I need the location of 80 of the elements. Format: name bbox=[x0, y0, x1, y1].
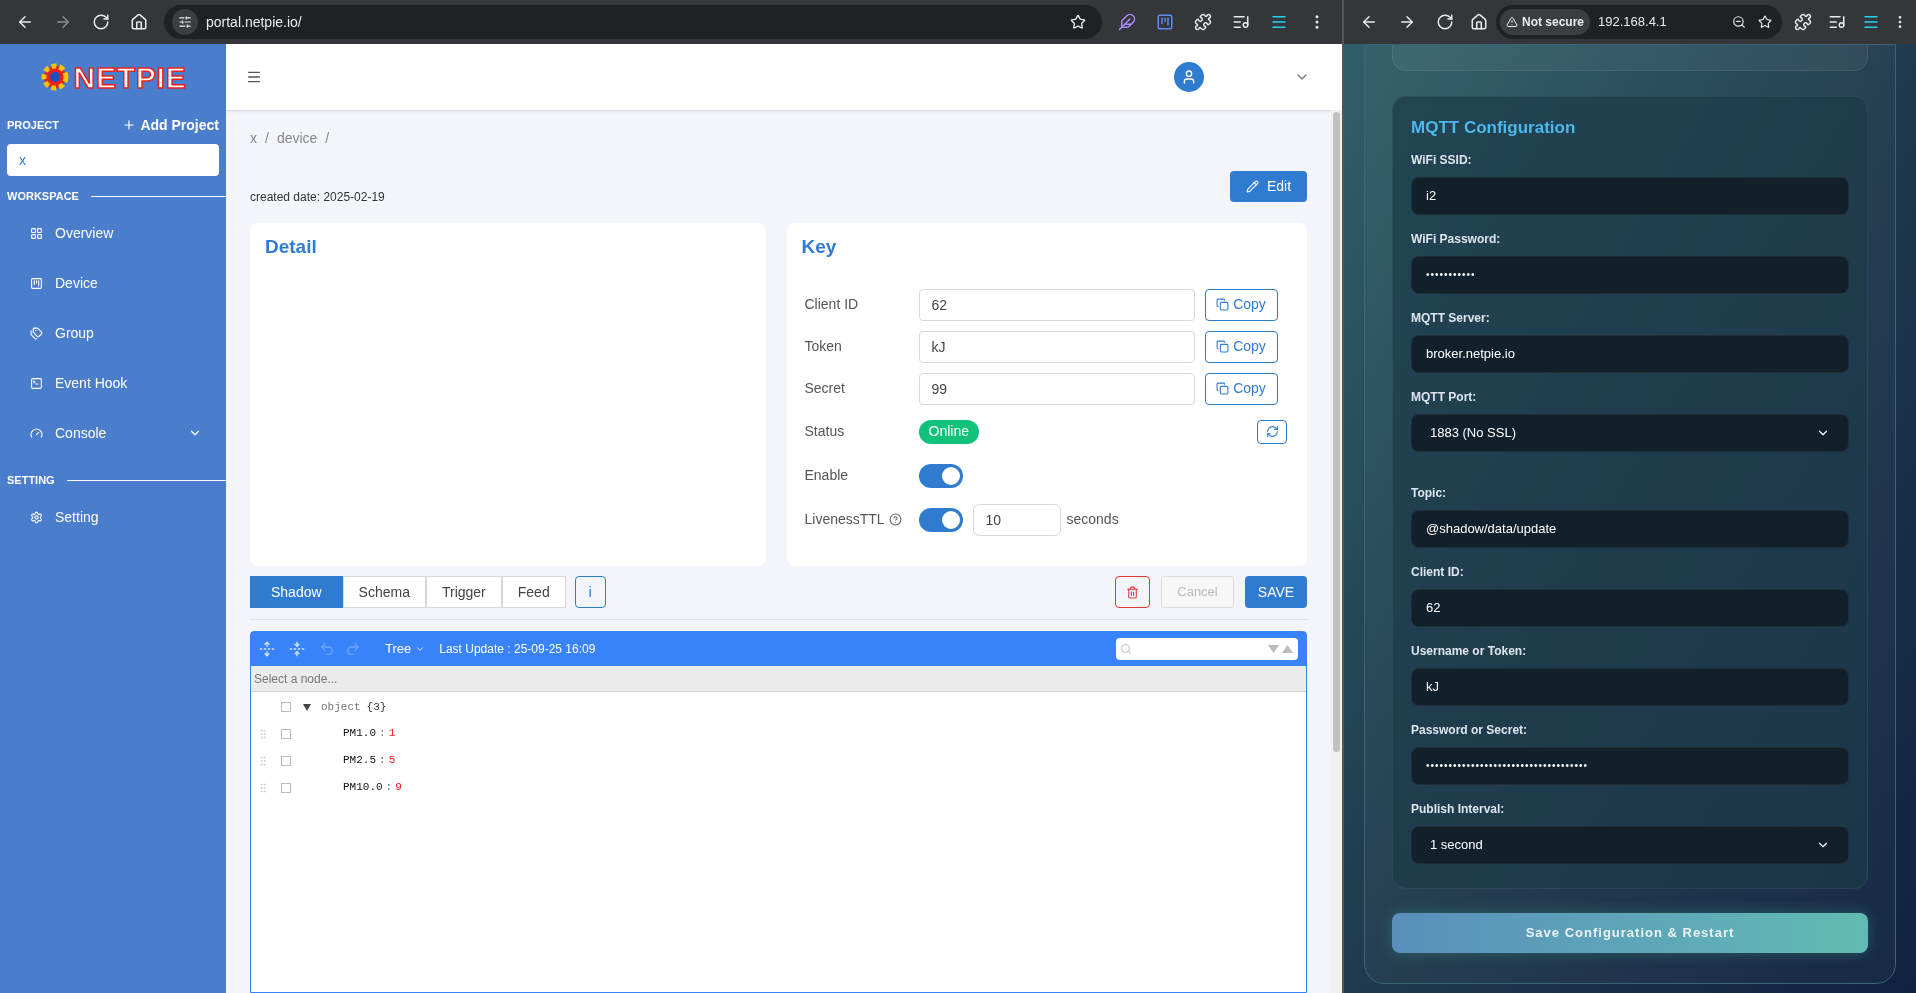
card-title: Key bbox=[801, 235, 838, 259]
tab[interactable]: Shadow bbox=[250, 576, 343, 608]
breadcrumb-item[interactable]: x bbox=[250, 128, 257, 156]
ttl-field[interactable]: 10 bbox=[972, 503, 1061, 536]
field-key: PM1.0 bbox=[343, 725, 376, 742]
nav-item[interactable]: Group bbox=[0, 308, 226, 358]
logo-text: NETPIE bbox=[73, 59, 187, 96]
tab[interactable]: Feed bbox=[501, 576, 566, 608]
field-label: Username or Token: bbox=[1411, 642, 1528, 660]
text-field[interactable]: i2 bbox=[1411, 176, 1849, 215]
field-label: WiFi SSID: bbox=[1411, 151, 1473, 169]
breadcrumb-item: / bbox=[325, 129, 330, 148]
field-value: 5 bbox=[388, 753, 396, 769]
mode-dropdown[interactable]: Tree bbox=[385, 639, 426, 659]
nav-item[interactable]: Console bbox=[0, 408, 226, 458]
project-field[interactable]: x bbox=[7, 144, 219, 176]
field-label: Password or Secret: bbox=[1411, 721, 1529, 739]
status-badge: Online bbox=[918, 419, 979, 444]
unit-label: seconds bbox=[1066, 510, 1119, 529]
breadcrumb-item: / bbox=[265, 129, 269, 148]
add-project-button[interactable]: Add Project bbox=[122, 114, 219, 136]
edit-button[interactable]: Edit bbox=[1230, 171, 1307, 202]
last-update-text: Last Update : 25-09-25 16:09 bbox=[439, 641, 596, 658]
field-label: MQTT Port: bbox=[1411, 388, 1478, 406]
row-label: Secret bbox=[804, 379, 845, 398]
select-field[interactable]: 1 second bbox=[1411, 825, 1849, 864]
text-field[interactable]: @shadow/data/update bbox=[1411, 509, 1849, 548]
row-label: Enable bbox=[804, 466, 849, 485]
text-field[interactable]: 62 bbox=[1411, 588, 1849, 627]
not-secure-chip[interactable]: Not secure bbox=[1500, 9, 1591, 35]
nav-item[interactable]: Event Hook bbox=[0, 358, 226, 408]
url-text: 192.168.4.1 bbox=[1598, 13, 1667, 32]
field-key: PM2.5 bbox=[343, 752, 376, 769]
url-text: portal.netpie.io/ bbox=[206, 12, 302, 32]
tab[interactable]: Trigger bbox=[425, 576, 502, 608]
field-value: 1 bbox=[388, 726, 396, 742]
tab[interactable]: Schema bbox=[342, 576, 426, 608]
node-count: {3} bbox=[366, 699, 387, 715]
select-field[interactable]: 1883 (No SSL) bbox=[1411, 413, 1849, 452]
copy-button[interactable]: Copy bbox=[1204, 330, 1278, 363]
card-title: MQTT Configuration bbox=[1411, 117, 1577, 139]
separator: : bbox=[385, 780, 393, 796]
field-value: 9 bbox=[395, 780, 402, 796]
field-label: Client ID: bbox=[1411, 563, 1465, 581]
save-restart-button[interactable]: Save Configuration & Restart bbox=[1392, 913, 1868, 953]
created-date-text: created date: 2025-02-19 bbox=[250, 189, 385, 206]
password-field[interactable]: •••••••••••••••••••••••••••••••••••• bbox=[1411, 746, 1849, 785]
node-path-field[interactable]: Select a node... bbox=[251, 666, 1306, 692]
text-field[interactable]: kJ bbox=[1411, 667, 1849, 706]
row-label: Token bbox=[804, 337, 842, 356]
key-field[interactable]: 99 bbox=[918, 372, 1195, 405]
field-label: Publish Interval: bbox=[1411, 800, 1506, 818]
password-field[interactable]: ••••••••••• bbox=[1411, 255, 1849, 294]
separator: : bbox=[379, 753, 386, 769]
save-button[interactable]: SAVE bbox=[1245, 576, 1307, 608]
key-field[interactable]: 62 bbox=[918, 288, 1195, 321]
nav-item[interactable]: Setting bbox=[0, 492, 226, 542]
card-title: Detail bbox=[265, 235, 318, 259]
row-label: Client ID bbox=[804, 295, 859, 314]
copy-button[interactable]: Copy bbox=[1204, 288, 1278, 321]
row-label: Status bbox=[804, 422, 845, 441]
text-field[interactable]: broker.netpie.io bbox=[1411, 334, 1849, 373]
section-label: PROJECT bbox=[7, 117, 59, 133]
row-label: LivenessTTL bbox=[804, 510, 885, 529]
field-label: Topic: bbox=[1411, 484, 1448, 502]
node-type: object bbox=[321, 699, 361, 715]
copy-button[interactable]: Copy bbox=[1204, 372, 1278, 405]
breadcrumb-item[interactable]: device bbox=[276, 128, 318, 156]
field-label: MQTT Server: bbox=[1411, 309, 1491, 327]
field-label: WiFi Password: bbox=[1411, 230, 1502, 248]
field-key: PM10.0 bbox=[343, 779, 383, 796]
separator: : bbox=[379, 726, 386, 742]
info-button[interactable]: i bbox=[574, 576, 606, 608]
address-bar[interactable]: Not secure 192.168.4.1 bbox=[1496, 5, 1782, 39]
nav-item[interactable]: Device bbox=[0, 258, 226, 308]
key-field[interactable]: kJ bbox=[918, 330, 1195, 363]
address-bar[interactable]: portal.netpie.io/ bbox=[164, 5, 1102, 39]
section-label: WORKSPACE bbox=[6, 188, 80, 204]
nav-item[interactable]: Overview bbox=[0, 208, 226, 258]
section-label: SETTING bbox=[6, 472, 56, 488]
